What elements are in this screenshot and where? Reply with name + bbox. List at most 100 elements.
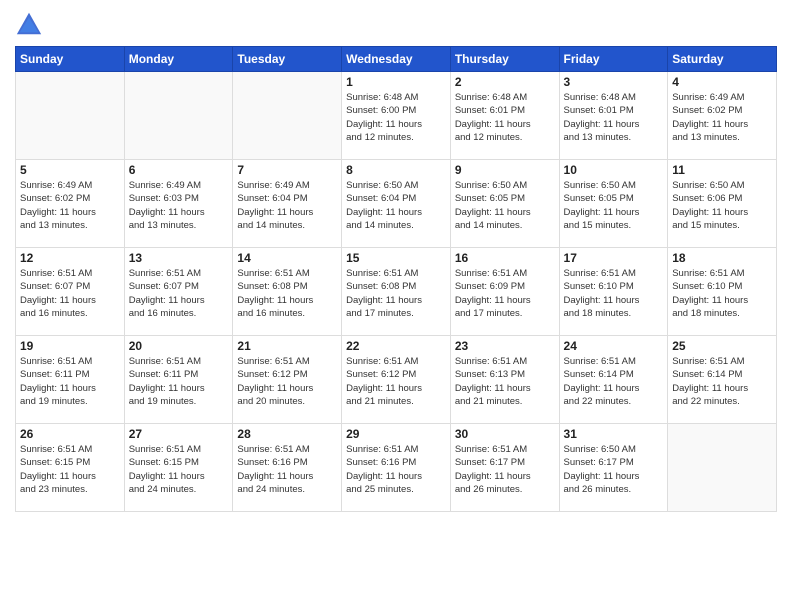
cal-cell: 24 Sunrise: 6:51 AM Sunset: 6:14 PM Dayli… xyxy=(559,336,668,424)
day-info: Sunrise: 6:51 AM Sunset: 6:08 PM Dayligh… xyxy=(346,267,446,320)
day-info: Sunrise: 6:51 AM Sunset: 6:07 PM Dayligh… xyxy=(20,267,120,320)
cal-cell xyxy=(16,72,125,160)
day-number: 20 xyxy=(129,339,229,353)
day-number: 4 xyxy=(672,75,772,89)
day-info: Sunrise: 6:49 AM Sunset: 6:02 PM Dayligh… xyxy=(20,179,120,232)
cal-cell: 26Sunrise: 6:51 AM Sunset: 6:15 PM Dayli… xyxy=(16,424,125,512)
day-header-wednesday: Wednesday xyxy=(342,47,451,72)
week-row-4: 26Sunrise: 6:51 AM Sunset: 6:15 PM Dayli… xyxy=(16,424,777,512)
day-info: Sunrise: 6:51 AM Sunset: 6:10 PM Dayligh… xyxy=(672,267,772,320)
cal-cell: 21 Sunrise: 6:51 AM Sunset: 6:12 PM Dayli… xyxy=(233,336,342,424)
day-info: Sunrise: 6:51 AM Sunset: 6:08 PM Dayligh… xyxy=(237,267,337,320)
day-number: 7 xyxy=(237,163,337,177)
day-number: 22 xyxy=(346,339,446,353)
cal-cell: 28Sunrise: 6:51 AM Sunset: 6:16 PM Dayli… xyxy=(233,424,342,512)
day-info: Sunrise: 6:49 AM Sunset: 6:04 PM Dayligh… xyxy=(237,179,337,232)
day-info: Sunrise: 6:51 AM Sunset: 6:14 PM Dayligh… xyxy=(672,355,772,408)
day-info: Sunrise: 6:51 AM Sunset: 6:10 PM Dayligh… xyxy=(564,267,664,320)
day-number: 8 xyxy=(346,163,446,177)
day-info: Sunrise: 6:50 AM Sunset: 6:05 PM Dayligh… xyxy=(564,179,664,232)
day-info: Sunrise: 6:50 AM Sunset: 6:04 PM Dayligh… xyxy=(346,179,446,232)
day-number: 1 xyxy=(346,75,446,89)
week-row-0: 1 Sunrise: 6:48 AM Sunset: 6:00 PM Daylig… xyxy=(16,72,777,160)
day-info: Sunrise: 6:48 AM Sunset: 6:01 PM Dayligh… xyxy=(564,91,664,144)
cal-cell: 16 Sunrise: 6:51 AM Sunset: 6:09 PM Dayli… xyxy=(450,248,559,336)
cal-cell: 17 Sunrise: 6:51 AM Sunset: 6:10 PM Dayli… xyxy=(559,248,668,336)
day-info: Sunrise: 6:51 AM Sunset: 6:14 PM Dayligh… xyxy=(564,355,664,408)
day-number: 14 xyxy=(237,251,337,265)
calendar-body: 1 Sunrise: 6:48 AM Sunset: 6:00 PM Daylig… xyxy=(16,72,777,512)
cal-cell: 18 Sunrise: 6:51 AM Sunset: 6:10 PM Dayli… xyxy=(668,248,777,336)
cal-cell: 5 Sunrise: 6:49 AM Sunset: 6:02 PM Daylig… xyxy=(16,160,125,248)
day-number: 13 xyxy=(129,251,229,265)
day-info: Sunrise: 6:51 AM Sunset: 6:09 PM Dayligh… xyxy=(455,267,555,320)
cal-cell: 31Sunrise: 6:50 AM Sunset: 6:17 PM Dayli… xyxy=(559,424,668,512)
day-number: 31 xyxy=(564,427,664,441)
cal-cell: 9 Sunrise: 6:50 AM Sunset: 6:05 PM Daylig… xyxy=(450,160,559,248)
day-info: Sunrise: 6:51 AM Sunset: 6:13 PM Dayligh… xyxy=(455,355,555,408)
cal-cell: 3 Sunrise: 6:48 AM Sunset: 6:01 PM Daylig… xyxy=(559,72,668,160)
day-number: 25 xyxy=(672,339,772,353)
day-header-saturday: Saturday xyxy=(668,47,777,72)
week-row-1: 5 Sunrise: 6:49 AM Sunset: 6:02 PM Daylig… xyxy=(16,160,777,248)
day-number: 21 xyxy=(237,339,337,353)
calendar-table: SundayMondayTuesdayWednesdayThursdayFrid… xyxy=(15,46,777,512)
day-number: 10 xyxy=(564,163,664,177)
day-info: Sunrise: 6:51 AM Sunset: 6:15 PM Dayligh… xyxy=(129,443,229,496)
day-info: Sunrise: 6:51 AM Sunset: 6:12 PM Dayligh… xyxy=(237,355,337,408)
day-number: 6 xyxy=(129,163,229,177)
cal-cell: 27Sunrise: 6:51 AM Sunset: 6:15 PM Dayli… xyxy=(124,424,233,512)
cal-cell: 6Sunrise: 6:49 AM Sunset: 6:03 PM Daylig… xyxy=(124,160,233,248)
day-info: Sunrise: 6:48 AM Sunset: 6:00 PM Dayligh… xyxy=(346,91,446,144)
day-info: Sunrise: 6:50 AM Sunset: 6:05 PM Dayligh… xyxy=(455,179,555,232)
day-header-monday: Monday xyxy=(124,47,233,72)
day-number: 9 xyxy=(455,163,555,177)
week-row-2: 12 Sunrise: 6:51 AM Sunset: 6:07 PM Dayli… xyxy=(16,248,777,336)
day-number: 28 xyxy=(237,427,337,441)
day-number: 23 xyxy=(455,339,555,353)
page: SundayMondayTuesdayWednesdayThursdayFrid… xyxy=(0,0,792,612)
day-info: Sunrise: 6:51 AM Sunset: 6:11 PM Dayligh… xyxy=(129,355,229,408)
cal-cell: 14 Sunrise: 6:51 AM Sunset: 6:08 PM Dayli… xyxy=(233,248,342,336)
day-number: 11 xyxy=(672,163,772,177)
day-info: Sunrise: 6:51 AM Sunset: 6:11 PM Dayligh… xyxy=(20,355,120,408)
cal-cell: 19 Sunrise: 6:51 AM Sunset: 6:11 PM Dayli… xyxy=(16,336,125,424)
day-number: 18 xyxy=(672,251,772,265)
day-number: 12 xyxy=(20,251,120,265)
cal-cell: 1 Sunrise: 6:48 AM Sunset: 6:00 PM Daylig… xyxy=(342,72,451,160)
cal-cell xyxy=(668,424,777,512)
cal-cell: 8 Sunrise: 6:50 AM Sunset: 6:04 PM Daylig… xyxy=(342,160,451,248)
header xyxy=(15,10,777,38)
day-number: 17 xyxy=(564,251,664,265)
day-number: 16 xyxy=(455,251,555,265)
cal-cell: 25 Sunrise: 6:51 AM Sunset: 6:14 PM Dayli… xyxy=(668,336,777,424)
day-header-tuesday: Tuesday xyxy=(233,47,342,72)
day-info: Sunrise: 6:51 AM Sunset: 6:16 PM Dayligh… xyxy=(346,443,446,496)
day-info: Sunrise: 6:51 AM Sunset: 6:12 PM Dayligh… xyxy=(346,355,446,408)
cal-cell: 30Sunrise: 6:51 AM Sunset: 6:17 PM Dayli… xyxy=(450,424,559,512)
cal-cell: 23 Sunrise: 6:51 AM Sunset: 6:13 PM Dayli… xyxy=(450,336,559,424)
cal-cell xyxy=(233,72,342,160)
day-number: 24 xyxy=(564,339,664,353)
day-info: Sunrise: 6:51 AM Sunset: 6:15 PM Dayligh… xyxy=(20,443,120,496)
cal-cell: 13Sunrise: 6:51 AM Sunset: 6:07 PM Dayli… xyxy=(124,248,233,336)
cal-cell: 11 Sunrise: 6:50 AM Sunset: 6:06 PM Dayli… xyxy=(668,160,777,248)
cal-cell: 12 Sunrise: 6:51 AM Sunset: 6:07 PM Dayli… xyxy=(16,248,125,336)
logo-icon xyxy=(15,10,43,38)
day-header-thursday: Thursday xyxy=(450,47,559,72)
day-number: 29 xyxy=(346,427,446,441)
day-info: Sunrise: 6:50 AM Sunset: 6:06 PM Dayligh… xyxy=(672,179,772,232)
cal-cell: 29 Sunrise: 6:51 AM Sunset: 6:16 PM Dayli… xyxy=(342,424,451,512)
cal-cell: 10 Sunrise: 6:50 AM Sunset: 6:05 PM Dayli… xyxy=(559,160,668,248)
day-info: Sunrise: 6:49 AM Sunset: 6:02 PM Dayligh… xyxy=(672,91,772,144)
day-number: 19 xyxy=(20,339,120,353)
day-number: 3 xyxy=(564,75,664,89)
day-header-sunday: Sunday xyxy=(16,47,125,72)
cal-cell: 7 Sunrise: 6:49 AM Sunset: 6:04 PM Daylig… xyxy=(233,160,342,248)
cal-cell: 2Sunrise: 6:48 AM Sunset: 6:01 PM Daylig… xyxy=(450,72,559,160)
cal-cell: 4 Sunrise: 6:49 AM Sunset: 6:02 PM Daylig… xyxy=(668,72,777,160)
day-header-friday: Friday xyxy=(559,47,668,72)
day-info: Sunrise: 6:51 AM Sunset: 6:17 PM Dayligh… xyxy=(455,443,555,496)
day-number: 5 xyxy=(20,163,120,177)
calendar-header-row: SundayMondayTuesdayWednesdayThursdayFrid… xyxy=(16,47,777,72)
